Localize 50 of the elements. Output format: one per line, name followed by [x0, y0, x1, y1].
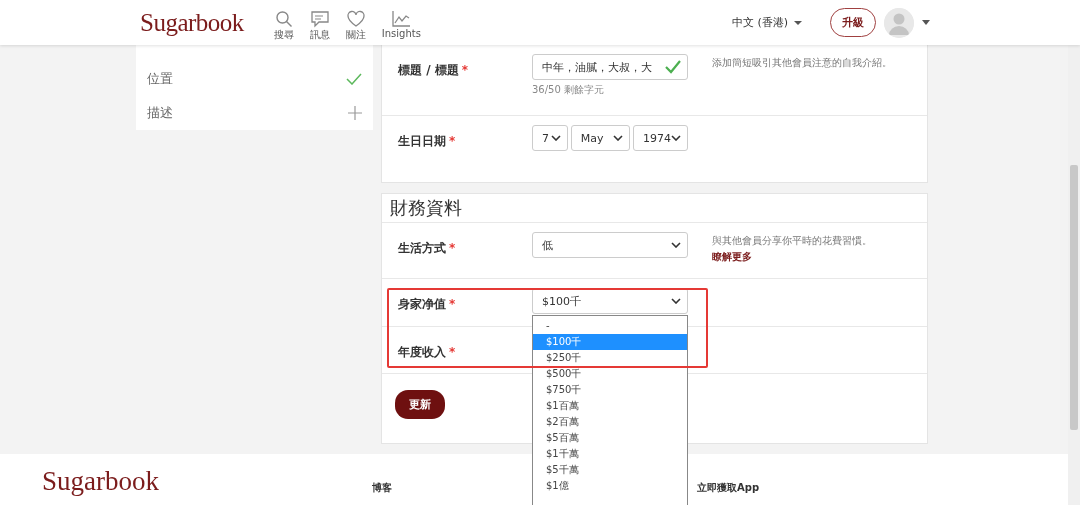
sidebar-item[interactable]: 位置	[136, 62, 373, 96]
date-select[interactable]: 1974	[633, 125, 688, 151]
title-input[interactable]: 中年，油膩，大叔，大	[532, 54, 688, 80]
dropdown-option[interactable]: $5千萬	[533, 462, 687, 478]
dropdown-option[interactable]: $2百萬	[533, 414, 687, 430]
learn-more-link[interactable]: 瞭解更多	[712, 250, 752, 264]
upgrade-button[interactable]: 升級	[830, 8, 876, 37]
nav-item[interactable]: 訊息	[309, 9, 330, 42]
caret-icon[interactable]	[922, 20, 930, 25]
dropdown-option[interactable]: -	[533, 318, 687, 334]
language-selector[interactable]: 中文 (香港)	[725, 14, 808, 31]
field-hint: 添加簡短吸引其他會員注意的自我介紹。	[711, 56, 893, 70]
field-label: 身家净值 *	[398, 296, 457, 313]
field-label: 生活方式 *	[398, 240, 457, 257]
field-label: 生日日期 *	[398, 133, 457, 150]
plus-icon[interactable]	[348, 106, 362, 120]
dropdown-option[interactable]: $500千	[533, 366, 687, 382]
heart-icon	[345, 9, 366, 28]
footer-link[interactable]: 博客	[372, 481, 392, 495]
dropdown-option[interactable]: $250千	[533, 350, 687, 366]
chevron-down-icon	[550, 135, 561, 141]
update-button[interactable]: 更新	[395, 390, 445, 419]
search-icon	[274, 9, 293, 28]
select-field[interactable]: $100千	[532, 288, 688, 314]
date-select[interactable]: 7	[532, 125, 568, 151]
dropdown-option[interactable]: $1千萬	[533, 446, 687, 462]
dropdown-option[interactable]: $1百萬	[533, 398, 687, 414]
select-field[interactable]: 低	[532, 232, 688, 258]
sidebar-item[interactable]: 描述	[136, 96, 373, 130]
chevron-down-icon	[613, 135, 623, 141]
field-hint: 與其他會員分享你平時的花費習慣。 瞭解更多	[711, 234, 873, 264]
nav-item[interactable]: 關注	[345, 9, 366, 42]
footer-link[interactable]: 立即獲取App	[697, 481, 760, 495]
chevron-down-icon	[671, 135, 681, 141]
field-label: 標題 / 標題 *	[398, 62, 470, 79]
line-chart-icon	[391, 9, 412, 28]
field-label: 年度收入 *	[398, 344, 457, 361]
section-title: 財務資料	[382, 194, 927, 223]
date-select[interactable]: May	[570, 125, 630, 151]
chat-bubble-icon	[309, 9, 330, 28]
footer-logo[interactable]: Sugarbook	[42, 466, 159, 497]
nav-item[interactable]: 搜尋	[273, 9, 294, 42]
nav-item[interactable]: Insights	[381, 9, 421, 42]
character-counter: 36/50 剩餘字元	[532, 83, 605, 97]
dropdown-option[interactable]: $750千	[533, 382, 687, 398]
dropdown-option[interactable]: $1億	[533, 478, 687, 494]
chevron-down-icon	[671, 298, 681, 304]
dropdown-option[interactable]: $5百萬	[533, 430, 687, 446]
chevron-down-icon	[671, 242, 681, 248]
logo[interactable]: Sugarbook	[140, 8, 244, 37]
